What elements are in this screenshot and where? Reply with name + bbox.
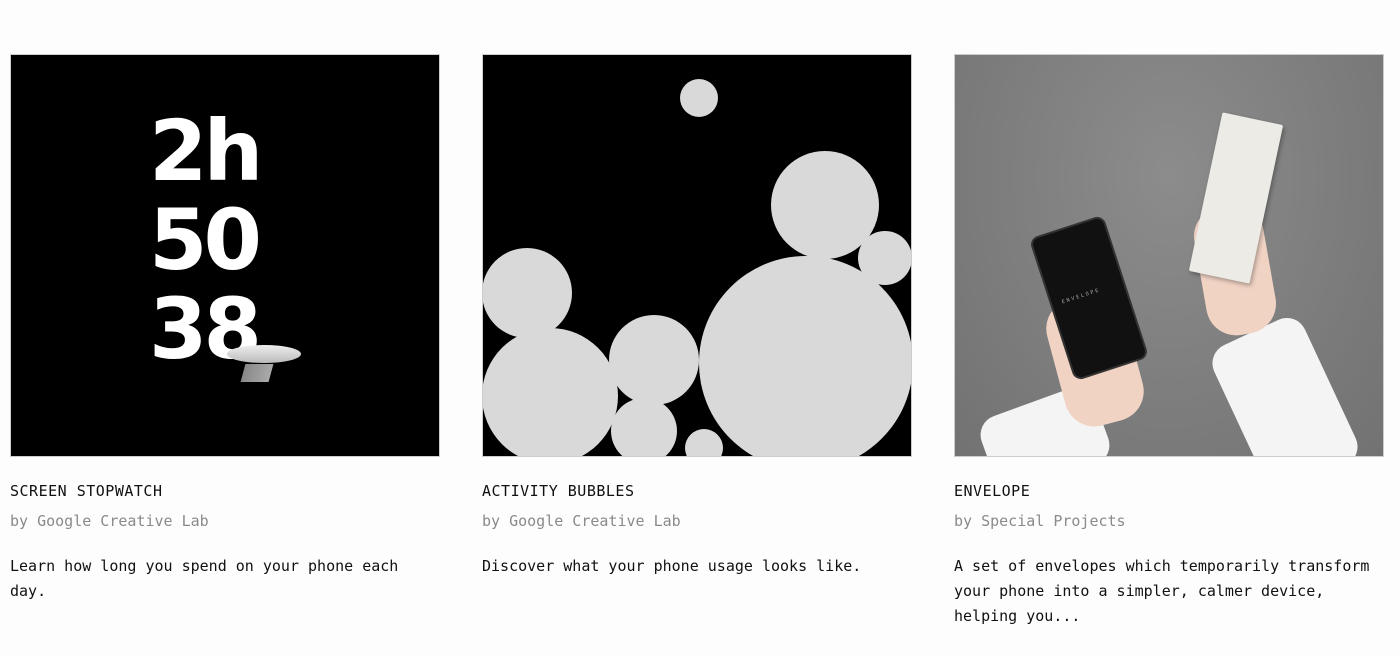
flip-disc: [227, 345, 301, 363]
card-author: by Google Creative Lab: [10, 512, 209, 530]
bubble: [483, 248, 572, 338]
bubble: [680, 79, 718, 117]
activity-bubbles-image[interactable]: [482, 54, 912, 457]
card-description: A set of envelopes which temporarily tra…: [954, 557, 1370, 625]
stopwatch-digits: 2h 50 38: [149, 102, 263, 374]
digits-hours: 2h: [149, 102, 263, 200]
phone-screen-text: ENVELOPE: [1061, 287, 1102, 306]
envelope-image[interactable]: ENVELOPE: [954, 54, 1384, 457]
bubble: [611, 398, 677, 456]
screen-stopwatch-image[interactable]: 2h 50 38: [10, 54, 440, 457]
bubble: [685, 429, 723, 456]
digits-minutes: 50: [149, 191, 262, 289]
card-title[interactable]: ENVELOPE: [954, 482, 1030, 500]
flip-shadow: [240, 364, 274, 382]
bubble: [483, 328, 618, 456]
bubble: [699, 256, 911, 456]
project-card-screen-stopwatch[interactable]: 2h 50 38 SCREEN STOPWATCH by Google Crea…: [10, 54, 440, 600]
card-description: Discover what your phone usage looks lik…: [482, 557, 862, 575]
envelope-keypad: [1188, 112, 1284, 284]
card-title[interactable]: SCREEN STOPWATCH: [10, 482, 163, 500]
card-description: Learn how long you spend on your phone e…: [10, 557, 399, 600]
card-author: by Special Projects: [954, 512, 1126, 530]
card-title[interactable]: ACTIVITY BUBBLES: [482, 482, 635, 500]
card-author: by Google Creative Lab: [482, 512, 681, 530]
bubble: [609, 315, 699, 405]
phone: ENVELOPE: [1028, 214, 1150, 382]
project-card-envelope[interactable]: ENVELOPE ENVELOPE by Special Projects A …: [954, 54, 1384, 625]
project-card-activity-bubbles[interactable]: ACTIVITY BUBBLES by Google Creative Lab …: [482, 54, 912, 575]
